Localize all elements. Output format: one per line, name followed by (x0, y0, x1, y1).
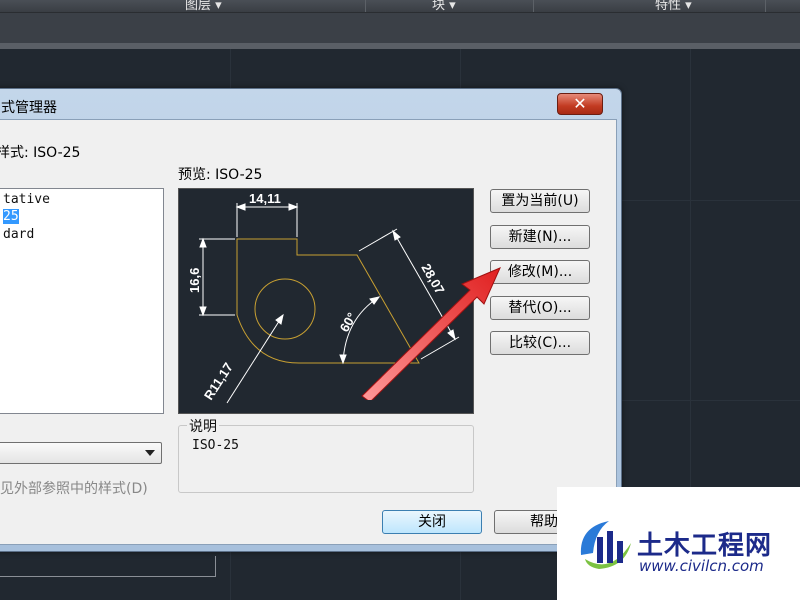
dialog-content: 样式: ISO-25 预览: ISO-25 tative 25 dard 见外部… (0, 119, 617, 545)
dim-text-height: 16,6 (187, 268, 202, 293)
annotation-arrow (361, 267, 501, 400)
drawing-border-line (215, 556, 216, 577)
set-current-button[interactable]: 置为当前(U) (490, 189, 590, 213)
chevron-down-icon[interactable] (145, 450, 155, 456)
civil-logo-icon (580, 521, 631, 569)
styles-listbox[interactable]: tative 25 dard (0, 188, 164, 414)
preview-label: 预览: ISO-25 (178, 167, 263, 183)
arrowhead (392, 229, 401, 241)
close-button[interactable]: 关闭 (382, 510, 482, 534)
ribbon-panel-bar: 图层 ▾ 块 ▾ 特性 ▾ (0, 0, 800, 13)
dim-text-radius: R11,17 (201, 360, 236, 403)
ribbon-section-layers[interactable]: 图层 ▾ (185, 0, 222, 13)
ribbon-section-properties[interactable]: 特性 ▾ (655, 0, 692, 13)
ribbon-divider (365, 0, 366, 12)
dimension-style-manager-dialog: 式管理器 ✕ 样式: ISO-25 预览: ISO-25 tative 25 d… (0, 88, 622, 552)
arrowhead (235, 203, 246, 211)
arrowhead (288, 203, 299, 211)
description-text: ISO-25 (192, 438, 239, 453)
dialog-close-x-button[interactable]: ✕ (557, 93, 603, 115)
arrow-icon (361, 267, 501, 400)
list-item-selected[interactable]: 25 (3, 209, 19, 224)
watermark-logo: 土木工程网 www.civilcn.com (557, 487, 800, 600)
list-filter-select[interactable] (0, 442, 162, 464)
ribbon-toolbar-area (0, 13, 800, 43)
dim-text-width: 14,11 (249, 191, 281, 206)
description-group (178, 425, 474, 493)
new-style-button[interactable]: 新建(N)... (490, 225, 590, 249)
close-icon[interactable]: ✕ (573, 94, 586, 113)
watermark-url: www.civilcn.com (639, 557, 764, 575)
description-legend: 说明 (187, 416, 219, 436)
xref-styles-checkbox-label[interactable]: 见外部参照中的样式(D) (0, 478, 148, 498)
extension-line (358, 228, 398, 252)
current-style-label: 样式: ISO-25 (0, 145, 81, 161)
drawing-border-line (0, 576, 216, 577)
arrowhead (199, 306, 207, 317)
list-item[interactable]: dard (3, 227, 34, 242)
arrowhead (339, 354, 347, 365)
arrowhead (275, 313, 284, 325)
preview-circle (254, 278, 316, 340)
ribbon-divider (533, 0, 534, 12)
arrowhead (199, 237, 207, 248)
ribbon-divider (765, 0, 766, 12)
list-item[interactable]: tative (3, 192, 50, 207)
dialog-title: 式管理器 (1, 100, 57, 116)
ribbon-section-blocks[interactable]: 块 ▾ (432, 0, 456, 13)
